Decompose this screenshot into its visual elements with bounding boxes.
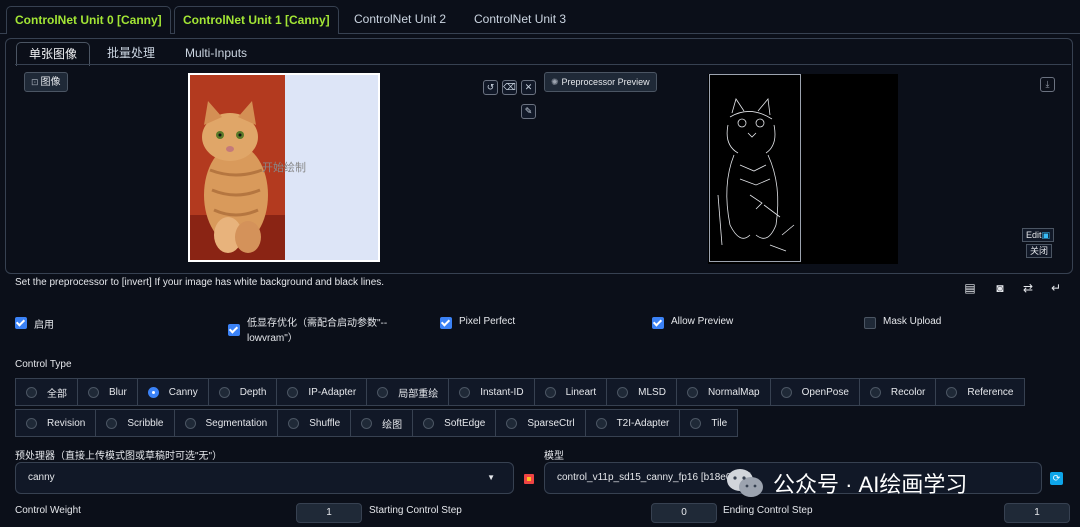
radio-recolor[interactable]: Recolor: [858, 378, 937, 406]
preprocessor-preview-image: [708, 74, 898, 264]
checkbox-box[interactable]: [15, 317, 27, 329]
preprocessor-preview-button[interactable]: ✺ Preprocessor Preview: [544, 72, 657, 92]
mask-upload-checkbox[interactable]: Mask Upload: [864, 316, 941, 329]
radio-drawing[interactable]: 绘图: [350, 409, 414, 437]
control-weight-input[interactable]: 1: [296, 503, 362, 523]
checkbox-box[interactable]: [864, 317, 876, 329]
radio-shuffle[interactable]: Shuffle: [277, 409, 352, 437]
radio-mlsd[interactable]: MLSD: [606, 378, 677, 406]
control-type-row-1: 全部 Blur Canny Depth IP-Adapter 局部重绘 Inst…: [15, 378, 1025, 406]
canvas-hint: 开始绘制: [262, 162, 306, 174]
radio-blur[interactable]: Blur: [77, 378, 138, 406]
tab-unit-1[interactable]: ControlNet Unit 1 [Canny]: [174, 6, 339, 34]
tab-unit-2[interactable]: ControlNet Unit 2: [346, 6, 454, 32]
radio-inpaint[interactable]: 局部重绘: [366, 378, 450, 406]
note-icon[interactable]: ▤: [962, 281, 978, 295]
tab-unit-3[interactable]: ControlNet Unit 3: [466, 6, 574, 32]
chevron-down-icon: ▼: [487, 473, 495, 482]
camera-icon[interactable]: ◙: [992, 281, 1008, 295]
low-vram-checkbox[interactable]: 低显存优化（需配合启动参数"--lowvram"）: [228, 316, 408, 346]
control-weight-label: Control Weight: [15, 505, 81, 516]
controlnet-unit-tabs: ControlNet Unit 0 [Canny] ControlNet Uni…: [0, 0, 1080, 34]
wechat-icon: [727, 469, 763, 497]
radio-depth[interactable]: Depth: [207, 378, 278, 406]
tab-single-image[interactable]: 单张图像: [16, 42, 91, 66]
radio-segmentation[interactable]: Segmentation: [173, 409, 279, 437]
radio-revision[interactable]: Revision: [15, 409, 97, 437]
image-icon: ⊡: [31, 77, 39, 87]
radio-lineart[interactable]: Lineart: [533, 378, 608, 406]
invert-hint: Set the preprocessor to [invert] If your…: [15, 277, 385, 288]
radio-instant-id[interactable]: Instant-ID: [448, 378, 535, 406]
ending-step-label: Ending Control Step: [723, 505, 813, 516]
refresh-icon[interactable]: ⟳: [1050, 472, 1063, 485]
starting-step-input[interactable]: 0: [651, 503, 717, 523]
tab-unit-0[interactable]: ControlNet Unit 0 [Canny]: [6, 6, 171, 34]
radio-tile[interactable]: Tile: [679, 409, 739, 437]
brush-icon[interactable]: ✎: [521, 104, 536, 119]
image-panel: [5, 38, 1073, 274]
image-label: ⊡ 图像: [24, 72, 68, 92]
radio-reference[interactable]: Reference: [935, 378, 1025, 406]
control-type-row-2: Revision Scribble Segmentation Shuffle 绘…: [15, 409, 739, 437]
radio-sparsectrl[interactable]: SparseCtrl: [495, 409, 586, 437]
enable-checkbox[interactable]: 启用: [15, 316, 54, 331]
radio-ip-adapter[interactable]: IP-Adapter: [276, 378, 368, 406]
preprocessor-dropdown[interactable]: canny ▼: [15, 462, 514, 494]
checkbox-box[interactable]: [228, 324, 240, 336]
radio-normalmap[interactable]: NormalMap: [675, 378, 771, 406]
radio-openpose[interactable]: OpenPose: [769, 378, 860, 406]
close-icon[interactable]: ✕: [521, 80, 536, 95]
send-icon[interactable]: ↵: [1048, 281, 1064, 295]
eraser-icon[interactable]: ⌫: [502, 80, 517, 95]
checkbox-box[interactable]: [652, 317, 664, 329]
starting-step-label: Starting Control Step: [369, 505, 462, 516]
preprocessor-label: 预处理器（直接上传模式图或草稿时可选"无"）: [15, 451, 223, 462]
control-type-label: Control Type: [15, 359, 72, 370]
allow-preview-checkbox[interactable]: Allow Preview: [652, 316, 733, 329]
edit-icon: ▣: [1041, 230, 1051, 240]
image-canvas[interactable]: 开始绘制: [188, 73, 380, 262]
radio-canny[interactable]: Canny: [136, 378, 209, 406]
radio-softedge[interactable]: SoftEdge: [412, 409, 497, 437]
watermark: 公众号 · AI绘画学习: [725, 466, 967, 500]
pixel-perfect-checkbox[interactable]: Pixel Perfect: [440, 316, 515, 329]
radio-t2i-adapter[interactable]: T2I-Adapter: [584, 409, 681, 437]
tab-multi-inputs[interactable]: Multi-Inputs: [173, 42, 259, 64]
ending-step-input[interactable]: 1: [1004, 503, 1070, 523]
edit-button[interactable]: Edit▣: [1022, 228, 1055, 242]
model-label: 模型: [544, 451, 564, 462]
reset-icon[interactable]: ↺: [483, 80, 498, 95]
tab-batch[interactable]: 批量处理: [95, 42, 167, 64]
clear-preprocessor-icon[interactable]: [524, 474, 534, 484]
explosion-icon: ✺: [551, 77, 559, 87]
download-icon[interactable]: ⤓: [1040, 77, 1055, 92]
sub-tab-divider: [15, 64, 1071, 65]
radio-scribble[interactable]: Scribble: [95, 409, 175, 437]
close-preview-button[interactable]: 关闭: [1026, 244, 1053, 258]
canny-edge-lines: [717, 98, 795, 252]
checkbox-box[interactable]: [440, 317, 452, 329]
swap-icon[interactable]: ⇄: [1020, 281, 1036, 295]
radio-all[interactable]: 全部: [15, 378, 78, 406]
